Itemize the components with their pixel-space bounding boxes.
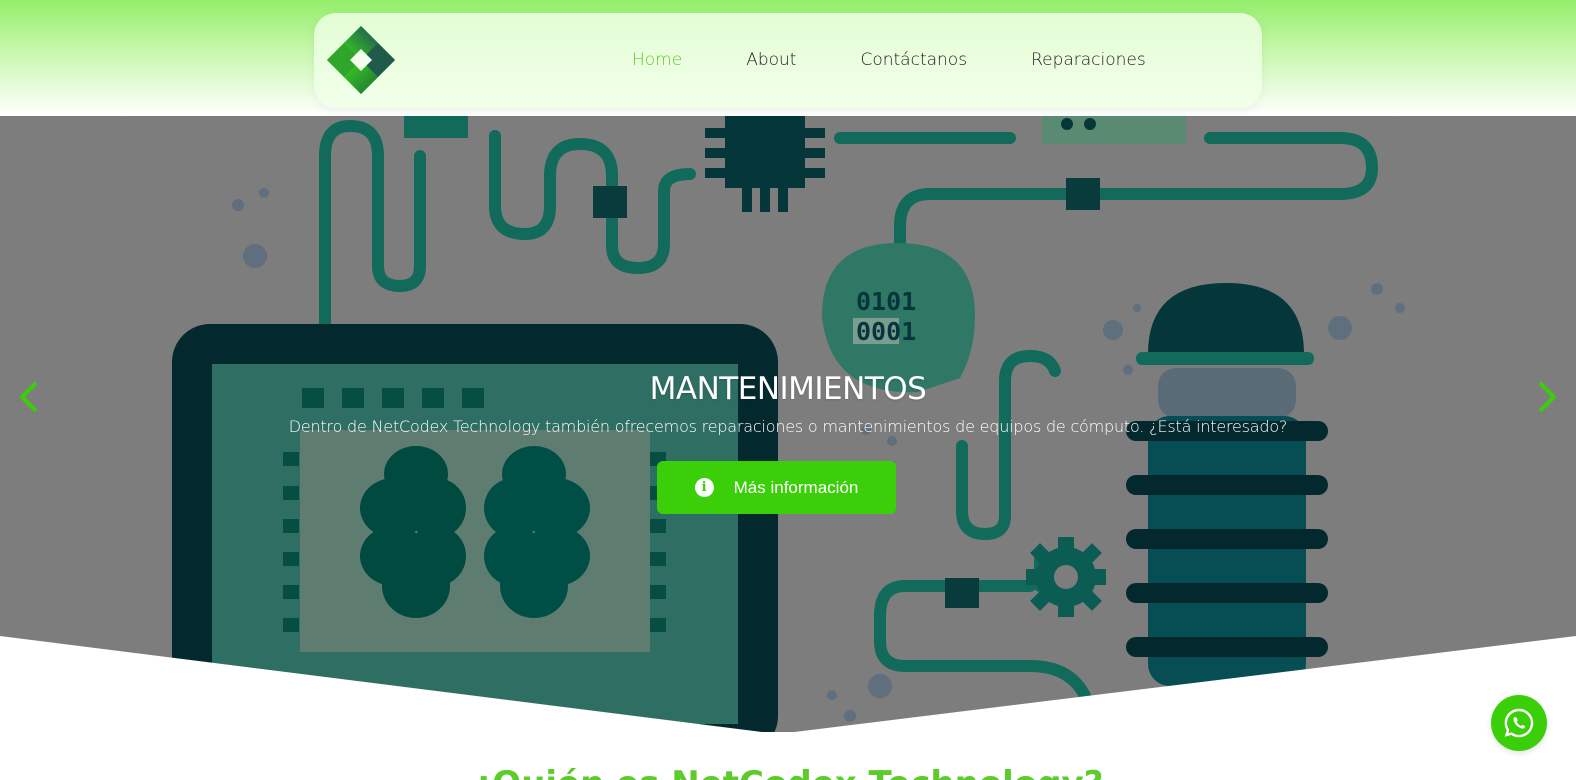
hero-title: MANTENIMIENTOS [649, 371, 927, 407]
binary-bottom-text: 0001 [856, 317, 916, 346]
nav-link-contactanos[interactable]: Contáctanos [860, 50, 967, 72]
about-heading: ¿Quién es NetCodex Technology? [0, 764, 1576, 780]
nav-link-about[interactable]: About [746, 50, 796, 72]
more-info-button-label: Más información [733, 477, 859, 497]
nav-link-home[interactable]: Home [632, 50, 682, 72]
site-header: Home About Contáctanos Reparaciones [0, 0, 1576, 116]
hero-caption: MANTENIMIENTOS Dentro de NetCodex Techno… [0, 371, 1576, 436]
logo-icon[interactable] [326, 25, 396, 95]
more-info-button[interactable]: i Más información [657, 461, 896, 514]
binary-top-text: 0101 [856, 287, 916, 316]
chevron-left-icon[interactable] [16, 380, 42, 414]
chevron-right-icon[interactable] [1534, 380, 1560, 414]
info-icon: i [694, 478, 714, 497]
page: Home About Contáctanos Reparaciones 0101… [0, 0, 1576, 780]
whatsapp-button[interactable] [1491, 695, 1547, 751]
main-nav: Home About Contáctanos Reparaciones [632, 50, 1146, 72]
hero-carousel: 0101 0001 MANTENIMIENTOS Dentro de NetCo… [0, 116, 1576, 732]
whatsapp-icon [1504, 708, 1534, 738]
hero-description: Dentro de NetCodex Technology también of… [288, 417, 1288, 436]
nav-link-reparaciones[interactable]: Reparaciones [1031, 50, 1146, 72]
